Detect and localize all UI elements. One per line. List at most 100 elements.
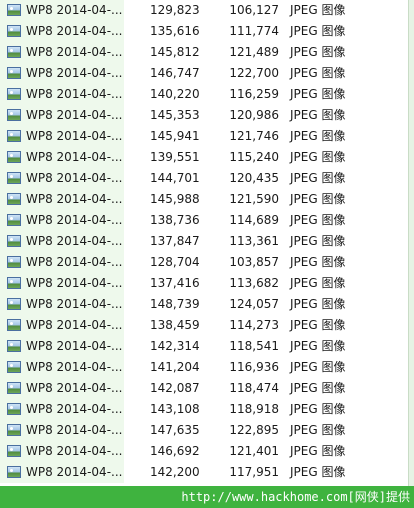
file-row[interactable]: WP8 2014-04-... 145,988 121,590 JPEG 图像 xyxy=(0,189,414,210)
image-file-icon xyxy=(7,235,21,247)
file-name: WP8 2014-04-... xyxy=(26,276,123,290)
file-name: WP8 2014-04-... xyxy=(26,213,123,227)
packed-size: 124,057 xyxy=(229,297,279,311)
file-name: WP8 2014-04-... xyxy=(26,234,123,248)
file-type: JPEG 图像 xyxy=(290,339,346,353)
packed-size: 121,401 xyxy=(229,444,279,458)
file-size: 148,739 xyxy=(150,297,200,311)
file-name: WP8 2014-04-... xyxy=(26,87,123,101)
file-row[interactable]: WP8 2014-04-... 143,108 118,918 JPEG 图像 xyxy=(0,399,414,420)
packed-size: 113,682 xyxy=(229,276,279,290)
packed-size: 111,774 xyxy=(229,24,279,38)
packed-size: 116,259 xyxy=(229,87,279,101)
packed-size: 121,746 xyxy=(229,129,279,143)
file-type: JPEG 图像 xyxy=(290,108,346,122)
image-file-icon xyxy=(7,340,21,352)
file-name: WP8 2014-04-... xyxy=(26,150,123,164)
image-file-icon xyxy=(7,256,21,268)
file-type: JPEG 图像 xyxy=(290,213,346,227)
file-row[interactable]: WP8 2014-04-... 141,204 116,936 JPEG 图像 xyxy=(0,357,414,378)
file-type: JPEG 图像 xyxy=(290,45,346,59)
file-type: JPEG 图像 xyxy=(290,465,346,479)
file-name: WP8 2014-04-... xyxy=(26,129,123,143)
image-file-icon xyxy=(7,172,21,184)
file-row[interactable]: WP8 2014-04-... 145,941 121,746 JPEG 图像 xyxy=(0,126,414,147)
packed-size: 117,951 xyxy=(229,465,279,479)
file-name: WP8 2014-04-... xyxy=(26,444,123,458)
file-row[interactable]: WP8 2014-04-... 138,736 114,689 JPEG 图像 xyxy=(0,210,414,231)
file-name: WP8 2014-04-... xyxy=(26,360,123,374)
packed-size: 122,700 xyxy=(229,66,279,80)
file-row[interactable]: WP8 2014-04-... 145,353 120,986 JPEG 图像 xyxy=(0,105,414,126)
file-row[interactable]: WP8 2014-04-... 148,739 124,057 JPEG 图像 xyxy=(0,294,414,315)
file-name: WP8 2014-04-... xyxy=(26,381,123,395)
file-list-window: WP8 2014-04-... 129,823 106,127 JPEG 图像 WP8 … xyxy=(0,0,414,508)
file-row[interactable]: WP8 2014-04-... 138,459 114,273 JPEG 图像 xyxy=(0,315,414,336)
file-name: WP8 2014-04-... xyxy=(26,108,123,122)
file-size: 137,847 xyxy=(150,234,200,248)
file-row[interactable]: WP8 2014-04-... 140,220 116,259 JPEG 图像 xyxy=(0,84,414,105)
packed-size: 115,240 xyxy=(229,150,279,164)
file-row[interactable]: WP8 2014-04-... 137,416 113,682 JPEG 图像 xyxy=(0,273,414,294)
file-row[interactable]: WP8 2014-04-... 146,747 122,700 JPEG 图像 xyxy=(0,63,414,84)
image-file-icon xyxy=(7,445,21,457)
file-type: JPEG 图像 xyxy=(290,276,346,290)
packed-size: 122,895 xyxy=(229,423,279,437)
packed-size: 121,489 xyxy=(229,45,279,59)
file-size: 146,747 xyxy=(150,66,200,80)
file-name: WP8 2014-04-... xyxy=(26,3,123,17)
file-size: 147,635 xyxy=(150,423,200,437)
file-name: WP8 2014-04-... xyxy=(26,45,123,59)
file-row[interactable]: WP8 2014-04-... 146,692 121,401 JPEG 图像 xyxy=(0,441,414,462)
file-type: JPEG 图像 xyxy=(290,24,346,38)
file-type: JPEG 图像 xyxy=(290,234,346,248)
file-type: JPEG 图像 xyxy=(290,255,346,269)
file-size: 146,692 xyxy=(150,444,200,458)
file-row[interactable]: WP8 2014-04-... 145,812 121,489 JPEG 图像 xyxy=(0,42,414,63)
file-type: JPEG 图像 xyxy=(290,192,346,206)
file-row[interactable]: WP8 2014-04-... 144,701 120,435 JPEG 图像 xyxy=(0,168,414,189)
file-name: WP8 2014-04-... xyxy=(26,465,123,479)
packed-size: 118,918 xyxy=(229,402,279,416)
file-type: JPEG 图像 xyxy=(290,402,346,416)
watermark-text: http://www.hackhome.com[网侠]提供 xyxy=(181,490,410,504)
packed-size: 120,435 xyxy=(229,171,279,185)
file-row[interactable]: WP8 2014-04-... 147,635 122,895 JPEG 图像 xyxy=(0,420,414,441)
file-name: WP8 2014-04-... xyxy=(26,24,123,38)
file-type: JPEG 图像 xyxy=(290,129,346,143)
file-name: WP8 2014-04-... xyxy=(26,297,123,311)
image-file-icon xyxy=(7,130,21,142)
next-column-edge xyxy=(408,0,414,486)
file-row[interactable]: WP8 2014-04-... 139,551 115,240 JPEG 图像 xyxy=(0,147,414,168)
image-file-icon xyxy=(7,67,21,79)
packed-size: 103,857 xyxy=(229,255,279,269)
file-name: WP8 2014-04-... xyxy=(26,423,123,437)
image-file-icon xyxy=(7,109,21,121)
file-name: WP8 2014-04-... xyxy=(26,66,123,80)
file-size: 142,314 xyxy=(150,339,200,353)
file-size: 135,616 xyxy=(150,24,200,38)
packed-size: 114,689 xyxy=(229,213,279,227)
file-size: 128,704 xyxy=(150,255,200,269)
file-row[interactable]: WP8 2014-04-... 142,200 117,951 JPEG 图像 xyxy=(0,462,414,483)
file-size: 145,353 xyxy=(150,108,200,122)
file-row[interactable]: WP8 2014-04-... 137,847 113,361 JPEG 图像 xyxy=(0,231,414,252)
file-type: JPEG 图像 xyxy=(290,423,346,437)
file-type: JPEG 图像 xyxy=(290,381,346,395)
file-list[interactable]: WP8 2014-04-... 129,823 106,127 JPEG 图像 WP8 … xyxy=(0,0,414,486)
file-name: WP8 2014-04-... xyxy=(26,339,123,353)
image-file-icon xyxy=(7,319,21,331)
file-name: WP8 2014-04-... xyxy=(26,318,123,332)
file-size: 138,459 xyxy=(150,318,200,332)
image-file-icon xyxy=(7,25,21,37)
file-row[interactable]: WP8 2014-04-... 142,087 118,474 JPEG 图像 xyxy=(0,378,414,399)
file-row[interactable]: WP8 2014-04-... 129,823 106,127 JPEG 图像 xyxy=(0,0,414,21)
file-row[interactable]: WP8 2014-04-... 135,616 111,774 JPEG 图像 xyxy=(0,21,414,42)
file-row[interactable]: WP8 2014-04-... 128,704 103,857 JPEG 图像 xyxy=(0,252,414,273)
packed-size: 118,474 xyxy=(229,381,279,395)
image-file-icon xyxy=(7,151,21,163)
file-size: 142,087 xyxy=(150,381,200,395)
packed-size: 113,361 xyxy=(229,234,279,248)
file-row[interactable]: WP8 2014-04-... 142,314 118,541 JPEG 图像 xyxy=(0,336,414,357)
file-name: WP8 2014-04-... xyxy=(26,255,123,269)
